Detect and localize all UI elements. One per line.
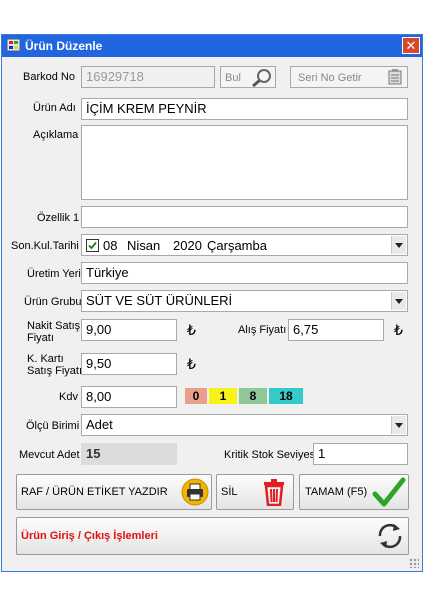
delete-button-text: SİL bbox=[221, 486, 238, 498]
vat-rate-0-button[interactable]: 0 bbox=[185, 388, 207, 404]
origin-input[interactable]: Türkiye bbox=[81, 262, 408, 284]
stock-movements-button-text: Ürün Giriş / Çıkış İşlemleri bbox=[21, 530, 158, 542]
card-price-label-line1: K. Kartı bbox=[27, 353, 64, 365]
expiry-month: Nisan bbox=[127, 238, 161, 253]
purchase-price-label: Alış Fiyatı bbox=[238, 324, 287, 336]
serial-button-label: Seri No Getir bbox=[298, 72, 362, 84]
feature1-input[interactable] bbox=[81, 206, 408, 228]
group-label: Ürün Grubu bbox=[24, 296, 82, 308]
card-price-input[interactable]: 9,50 bbox=[81, 353, 177, 375]
cash-price-label-line2: Fiyatı bbox=[27, 332, 54, 344]
cash-price-currency-icon: ₺ bbox=[187, 322, 196, 338]
purchase-price-input[interactable]: 6,75 bbox=[288, 319, 384, 341]
print-label-button-text: RAF / ÜRÜN ETİKET YAZDIR bbox=[21, 486, 168, 498]
expiry-year: 2020 bbox=[173, 238, 202, 253]
expiry-checkbox[interactable] bbox=[86, 239, 99, 252]
unit-label: Ölçü Birimi bbox=[26, 420, 80, 432]
card-price-currency-icon: ₺ bbox=[187, 356, 196, 372]
unit-select-value: Adet bbox=[86, 417, 113, 432]
group-select[interactable]: SÜT VE SÜT ÜRÜNLERİ bbox=[81, 290, 408, 312]
vat-rate-18-button[interactable]: 18 bbox=[269, 388, 303, 404]
unit-select[interactable]: Adet bbox=[81, 414, 408, 436]
product-name-input[interactable]: İÇİM KREM PEYNİR bbox=[81, 98, 408, 120]
window-title: Ürün Düzenle bbox=[25, 39, 103, 53]
card-price-label: K. Kartı Satış Fiyatı bbox=[27, 353, 82, 377]
print-label-button[interactable]: RAF / ÜRÜN ETİKET YAZDIR bbox=[16, 474, 212, 510]
vat-rate-1-button[interactable]: 1 bbox=[209, 388, 237, 404]
printer-icon bbox=[181, 478, 209, 506]
check-icon bbox=[88, 241, 97, 250]
stock-label: Mevcut Adet bbox=[19, 449, 80, 461]
cash-price-label: Nakit Satış Fiyatı bbox=[27, 320, 80, 344]
close-button[interactable]: ✕ bbox=[402, 37, 420, 54]
cash-price-input[interactable]: 9,00 bbox=[81, 319, 177, 341]
check-icon bbox=[372, 477, 406, 507]
chevron-down-icon[interactable] bbox=[391, 236, 406, 254]
delete-button[interactable]: SİL bbox=[216, 474, 294, 510]
clipboard-icon bbox=[388, 69, 402, 85]
product-name-label: Ürün Adı bbox=[33, 102, 76, 114]
stock-movements-button[interactable]: Ürün Giriş / Çıkış İşlemleri bbox=[16, 517, 409, 555]
description-textarea[interactable] bbox=[81, 125, 408, 200]
resize-grip[interactable] bbox=[409, 558, 419, 568]
expiry-day: 08 bbox=[103, 238, 118, 253]
barcode-input[interactable]: 16929718 bbox=[81, 66, 215, 88]
serial-button[interactable]: Seri No Getir bbox=[290, 66, 408, 88]
ok-button[interactable]: TAMAM (F5) bbox=[299, 474, 409, 510]
ok-button-text: TAMAM (F5) bbox=[305, 486, 368, 498]
search-icon bbox=[252, 69, 271, 87]
expiry-date-picker[interactable]: 08 Nisan 2020 Çarşamba bbox=[81, 234, 408, 256]
card-price-label-line2: Satış Fiyatı bbox=[27, 365, 83, 377]
critical-stock-input[interactable]: 1 bbox=[313, 443, 408, 465]
chevron-down-icon[interactable] bbox=[391, 416, 406, 434]
vat-label: Kdv bbox=[59, 391, 78, 403]
origin-label: Üretim Yeri bbox=[27, 268, 81, 280]
refresh-icon bbox=[378, 523, 402, 549]
search-button-label: Bul bbox=[225, 72, 241, 84]
product-edit-window: Ürün Düzenle ✕ Barkod No 16929718 Bul Se… bbox=[1, 34, 423, 572]
expiry-label: Son.Kul.Tarihi bbox=[11, 240, 79, 252]
close-icon: ✕ bbox=[405, 38, 417, 53]
critical-stock-label: Kritik Stok Seviyesi bbox=[224, 449, 318, 461]
vat-rate-8-button[interactable]: 8 bbox=[239, 388, 267, 404]
stock-value: 15 bbox=[81, 443, 177, 465]
feature1-label: Özellik 1 bbox=[37, 212, 80, 224]
cash-price-label-line1: Nakit Satış bbox=[27, 320, 81, 332]
description-label: Açıklama bbox=[33, 129, 79, 141]
app-icon bbox=[7, 39, 20, 51]
chevron-down-icon[interactable] bbox=[391, 292, 406, 310]
vat-input[interactable]: 8,00 bbox=[81, 386, 177, 408]
barcode-label: Barkod No bbox=[23, 71, 75, 83]
search-button[interactable]: Bul bbox=[220, 66, 276, 88]
expiry-weekday: Çarşamba bbox=[207, 238, 267, 253]
group-select-value: SÜT VE SÜT ÜRÜNLERİ bbox=[86, 293, 233, 308]
purchase-price-currency-icon: ₺ bbox=[394, 322, 403, 338]
trash-icon bbox=[264, 479, 284, 506]
title-bar[interactable]: Ürün Düzenle ✕ bbox=[2, 35, 422, 57]
